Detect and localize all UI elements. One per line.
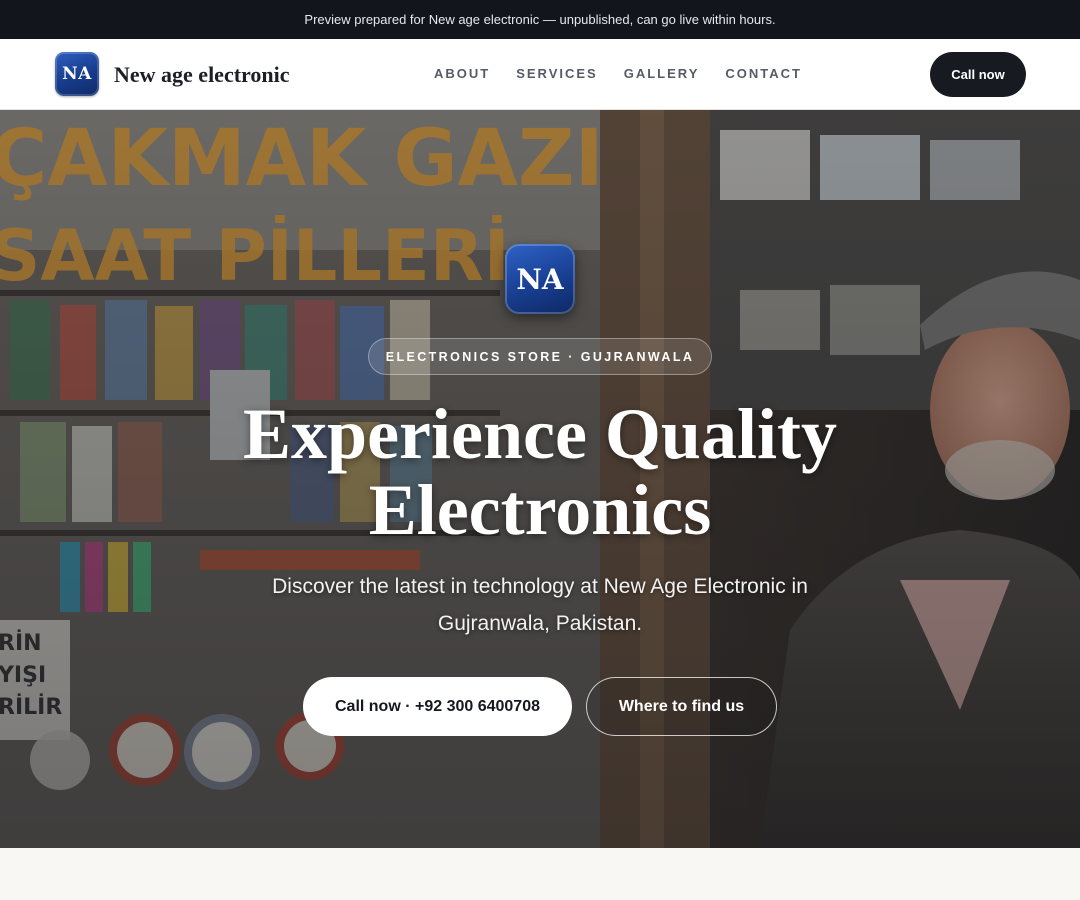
call-now-button[interactable]: Call now — [930, 52, 1026, 97]
hero-call-button[interactable]: Call now · +92 300 6400708 — [303, 677, 572, 736]
hero-find-us-button[interactable]: Where to find us — [586, 677, 777, 736]
hero-title: Experience Quality Electronics — [140, 396, 940, 548]
nav-link-contact[interactable]: CONTACT — [725, 66, 802, 81]
preview-banner: Preview prepared for New age electronic … — [0, 0, 1080, 39]
hero-title-line2: Electronics — [368, 470, 712, 550]
nav-link-about[interactable]: ABOUT — [434, 66, 490, 81]
hero-logo: NA — [505, 244, 575, 314]
brand-name[interactable]: New age electronic — [114, 62, 290, 88]
brand-logo[interactable]: NA — [55, 52, 99, 96]
hero-subtitle: Discover the latest in technology at New… — [272, 575, 808, 635]
hero-section: ÇAKMAK GAZI SAAT PİLLERİ — [0, 110, 1080, 848]
next-section — [0, 848, 1080, 900]
hero-badge: ELECTRONICS STORE · GUJRANWALA — [368, 338, 712, 375]
nav-link-gallery[interactable]: GALLERY — [624, 66, 700, 81]
nav-links: ABOUT SERVICES GALLERY CONTACT — [434, 66, 802, 81]
preview-banner-text: Preview prepared for New age electronic … — [304, 12, 776, 27]
brand-logo-text: NA — [62, 64, 92, 84]
nav-link-services[interactable]: SERVICES — [516, 66, 598, 81]
navbar: NA New age electronic ABOUT SERVICES GAL… — [0, 39, 1080, 110]
hero-badge-text: ELECTRONICS STORE · GUJRANWALA — [385, 349, 695, 364]
hero-title-line1: Experience Quality — [243, 394, 837, 474]
hero-logo-text: NA — [516, 262, 564, 296]
